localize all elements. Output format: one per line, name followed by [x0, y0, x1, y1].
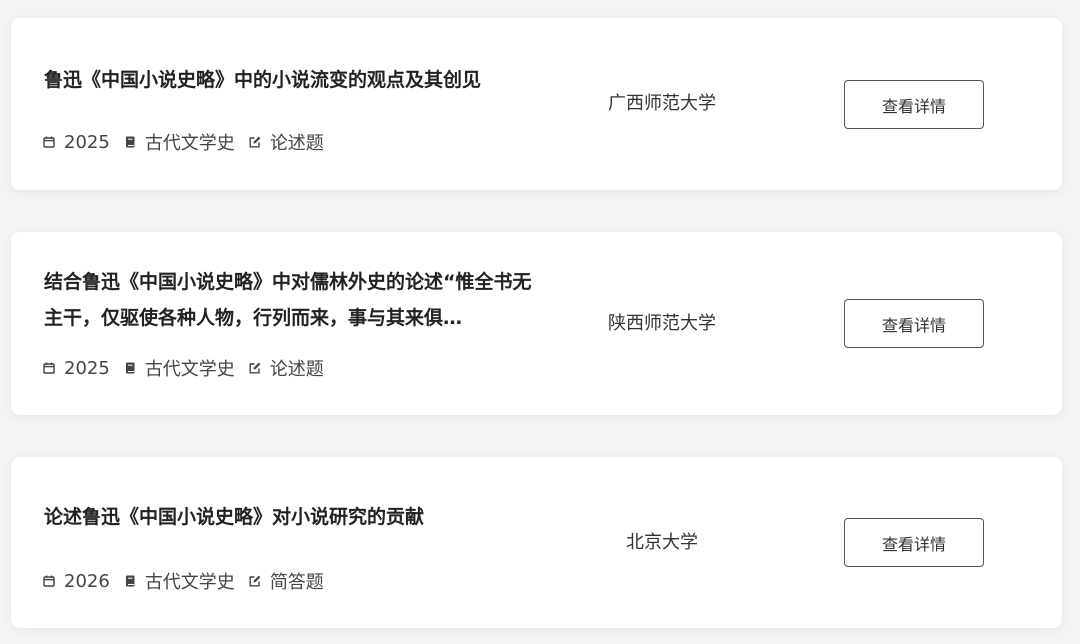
book-icon — [124, 362, 136, 374]
meta-question-type: 简答题 — [249, 568, 324, 594]
meta-subject: 古代文学史 — [124, 568, 235, 594]
calendar-icon — [43, 362, 55, 374]
year-label: 2026 — [64, 570, 110, 592]
subject-label: 古代文学史 — [144, 359, 235, 380]
school-name: 北京大学 — [626, 532, 698, 553]
question-card: 结合鲁迅《中国小说史略》中对儒林外史的论述“惟全书无主干，仅驱使各种人物，行列而… — [11, 232, 1062, 415]
calendar-icon — [43, 575, 55, 587]
year-label: 2025 — [64, 131, 110, 153]
school-name: 广西师范大学 — [608, 93, 716, 114]
edit-icon — [249, 362, 261, 374]
meta-subject: 古代文学史 — [124, 355, 235, 381]
question-meta: 2026 古代文学史 简答题 — [43, 569, 338, 593]
edit-icon — [249, 136, 261, 148]
view-details-button[interactable]: 查看详情 — [844, 518, 984, 567]
meta-year: 2025 — [43, 358, 110, 379]
question-card: 论述鲁迅《中国小说史略》对小说研究的贡献 2026 古代文学史 简答题 北京大学… — [11, 457, 1062, 628]
book-icon — [124, 136, 136, 148]
question-type-label: 论述题 — [269, 359, 324, 380]
question-type-label: 简答题 — [269, 572, 324, 593]
meta-subject: 古代文学史 — [124, 129, 235, 155]
question-meta: 2025 古代文学史 论述题 — [43, 130, 338, 154]
subject-label: 古代文学史 — [144, 572, 235, 593]
question-type-label: 论述题 — [269, 133, 324, 154]
question-title[interactable]: 结合鲁迅《中国小说史略》中对儒林外史的论述“惟全书无主干，仅驱使各种人物，行列而… — [44, 264, 534, 336]
edit-icon — [249, 575, 261, 587]
question-meta: 2025 古代文学史 论述题 — [43, 356, 338, 380]
question-title[interactable]: 鲁迅《中国小说史略》中的小说流变的观点及其创见 — [44, 62, 534, 98]
meta-question-type: 论述题 — [249, 129, 324, 155]
view-details-button[interactable]: 查看详情 — [844, 299, 984, 348]
question-card: 鲁迅《中国小说史略》中的小说流变的观点及其创见 2025 古代文学史 论述题 广… — [11, 18, 1062, 190]
meta-question-type: 论述题 — [249, 355, 324, 381]
question-title[interactable]: 论述鲁迅《中国小说史略》对小说研究的贡献 — [44, 499, 534, 535]
meta-year: 2026 — [43, 571, 110, 592]
calendar-icon — [43, 136, 55, 148]
view-details-button[interactable]: 查看详情 — [844, 80, 984, 129]
year-label: 2025 — [64, 357, 110, 379]
book-icon — [124, 575, 136, 587]
school-name: 陕西师范大学 — [608, 313, 716, 334]
subject-label: 古代文学史 — [144, 133, 235, 154]
meta-year: 2025 — [43, 132, 110, 153]
